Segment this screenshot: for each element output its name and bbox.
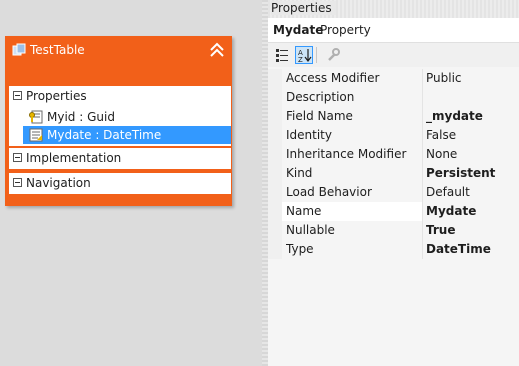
entity-header[interactable]: TestTable xyxy=(5,36,232,82)
key-property-icon xyxy=(29,110,43,124)
column-separator xyxy=(422,221,423,240)
property-item-myid[interactable]: Myid : Guid xyxy=(23,108,231,126)
categorized-icon[interactable] xyxy=(273,46,291,64)
property-item-label: Mydate : DateTime xyxy=(47,128,162,142)
collapse-expander-icon[interactable] xyxy=(13,178,22,187)
navigation-section-header[interactable]: Navigation xyxy=(9,173,231,193)
property-icon xyxy=(29,128,43,142)
property-grid-row[interactable]: Field Name _mydate xyxy=(268,107,519,126)
column-separator xyxy=(422,126,423,145)
navigation-section-label: Navigation xyxy=(26,176,91,190)
collapse-expander-icon[interactable] xyxy=(13,91,22,100)
row-margin xyxy=(268,126,282,145)
property-name: Load Behavior xyxy=(286,185,372,199)
property-value[interactable]: Mydate xyxy=(426,204,476,218)
column-separator xyxy=(422,240,423,259)
row-margin xyxy=(268,145,282,164)
property-value[interactable]: Default xyxy=(426,185,470,199)
row-margin xyxy=(268,88,282,107)
property-grid-row[interactable]: Access Modifier Public xyxy=(268,69,519,88)
property-grid-row[interactable]: Load Behavior Default xyxy=(268,183,519,202)
properties-section: Properties Myid : Guid Mydate: DateTime xyxy=(9,86,231,146)
property-name: Identity xyxy=(286,128,332,142)
implementation-section-header[interactable]: Implementation xyxy=(9,148,231,168)
designer-canvas[interactable]: TestTable Properties Myid : Guid Mydate … xyxy=(0,0,262,366)
row-margin xyxy=(268,69,282,88)
property-value[interactable]: _mydate xyxy=(426,109,483,123)
entity-icon xyxy=(12,43,26,56)
properties-panel: Properties Mydate Property A Z Access Mo… xyxy=(268,0,519,366)
property-name: Nullable xyxy=(286,223,335,237)
property-grid-row[interactable]: Kind Persistent xyxy=(268,164,519,183)
column-separator xyxy=(422,164,423,183)
property-name: Name xyxy=(286,204,322,218)
column-separator xyxy=(422,107,423,126)
implementation-section-label: Implementation xyxy=(26,151,122,165)
row-margin xyxy=(268,164,282,183)
alphabetical-sort-icon[interactable]: A Z xyxy=(295,46,313,64)
property-grid-row[interactable]: Name Mydate xyxy=(268,202,519,221)
property-item-mydate[interactable]: Mydate : DateTime xyxy=(23,126,231,144)
column-separator xyxy=(422,183,423,202)
properties-section-label: Properties xyxy=(26,89,87,103)
row-margin xyxy=(268,240,282,259)
properties-toolbar: A Z xyxy=(268,43,519,67)
property-grid-row[interactable]: Nullable True xyxy=(268,221,519,240)
property-value[interactable]: True xyxy=(426,223,455,237)
properties-section-header[interactable]: Properties xyxy=(9,86,231,106)
property-name: Inheritance Modifier xyxy=(286,147,407,161)
selected-object-header: Mydate Property xyxy=(268,18,519,43)
svg-text:Z: Z xyxy=(298,56,303,64)
property-name: Field Name xyxy=(286,109,353,123)
property-grid-row[interactable]: Inheritance Modifier None xyxy=(268,145,519,164)
row-margin xyxy=(268,202,282,221)
panel-title: Properties xyxy=(271,1,336,15)
implementation-section: Implementation xyxy=(9,148,231,169)
property-value[interactable]: Persistent xyxy=(426,166,495,180)
entity-title: TestTable xyxy=(30,43,85,57)
wrench-icon[interactable] xyxy=(324,46,342,64)
property-value[interactable]: False xyxy=(426,128,456,142)
row-margin xyxy=(268,183,282,202)
property-grid-row[interactable]: Type DateTime xyxy=(268,240,519,259)
property-name: Kind xyxy=(286,166,313,180)
entity-shape[interactable]: TestTable Properties Myid : Guid Mydate … xyxy=(5,36,232,206)
column-separator xyxy=(422,88,423,107)
property-name: Type xyxy=(286,242,314,256)
column-separator xyxy=(422,145,423,164)
property-value[interactable]: None xyxy=(426,147,457,161)
selected-object-type: Property xyxy=(320,23,371,37)
property-grid-row[interactable]: Description xyxy=(268,88,519,107)
row-margin xyxy=(268,221,282,240)
property-item-label: Myid : Guid xyxy=(47,110,115,124)
navigation-section: Navigation xyxy=(9,173,231,194)
toolbar-separator xyxy=(316,47,317,63)
collapse-expander-icon[interactable] xyxy=(13,153,22,162)
collapse-chevron-icon[interactable] xyxy=(208,41,226,59)
selected-object-name: Mydate xyxy=(273,23,324,37)
row-margin xyxy=(268,107,282,126)
property-grid-row[interactable]: Identity False xyxy=(268,126,519,145)
property-value[interactable]: DateTime xyxy=(426,242,491,256)
property-name: Access Modifier xyxy=(286,71,380,85)
column-separator xyxy=(422,202,423,221)
property-value[interactable]: Public xyxy=(426,71,462,85)
panel-title-bar[interactable]: Properties xyxy=(268,0,519,18)
property-name: Description xyxy=(286,90,355,104)
column-separator xyxy=(422,69,423,88)
